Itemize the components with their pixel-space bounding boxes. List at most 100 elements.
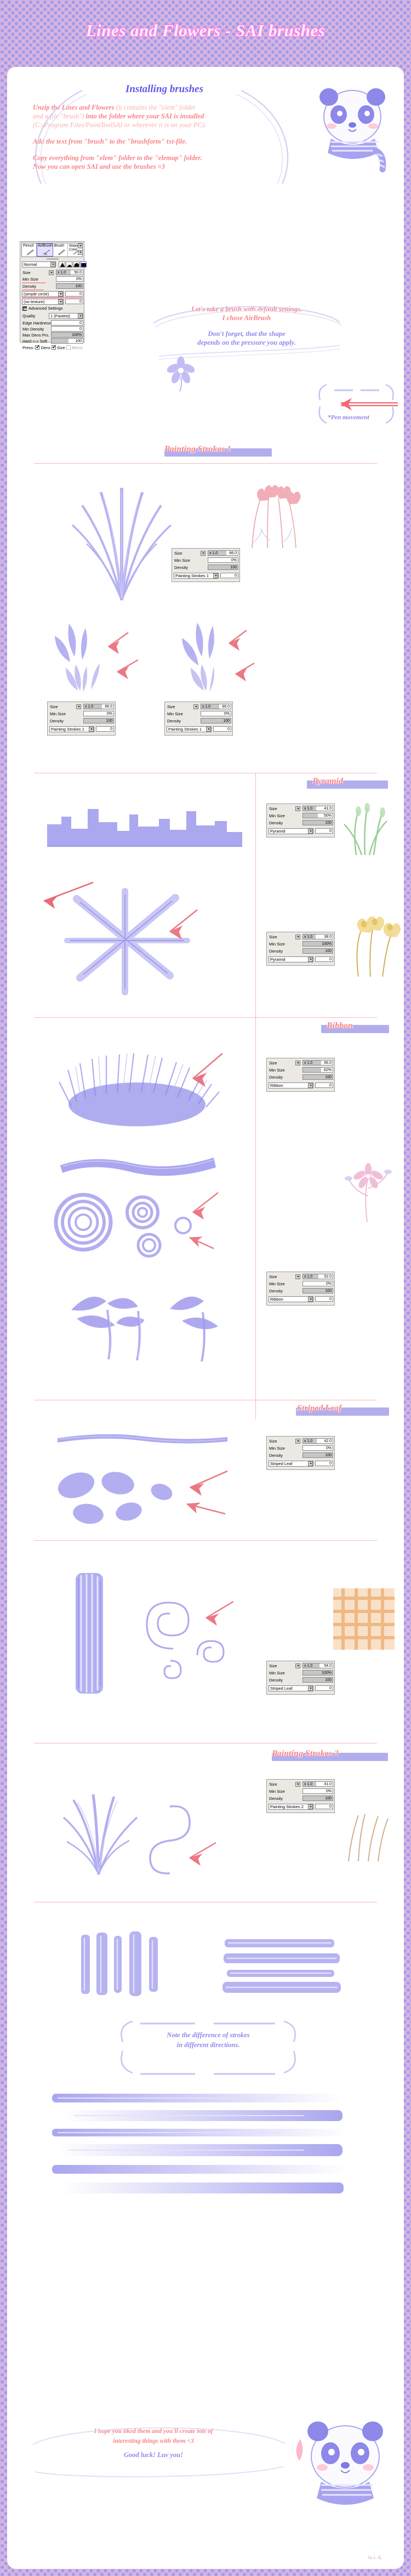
brush-panel-rib-a[interactable]: Size x 1.0 66.0 Min Size 62% Density 100…	[266, 1058, 335, 1092]
ps1c-shape-value[interactable]: 0	[213, 726, 231, 732]
pyra-shape-select[interactable]: Pyramid	[269, 828, 313, 834]
leafa-size-chevron-icon[interactable]	[295, 1439, 300, 1444]
riba-density-field[interactable]: 100	[302, 1074, 333, 1080]
riba-size-field[interactable]: x 1.0 66.0	[302, 1060, 333, 1065]
leafb-shape-select[interactable]: Striped Leaf	[269, 1685, 313, 1691]
brush-shape-swatches[interactable]	[59, 261, 87, 267]
riba-shape-chevron-down-icon[interactable]	[308, 1083, 313, 1088]
texture-chevron-down-icon[interactable]	[58, 299, 63, 304]
min-density-field[interactable]: 0	[51, 326, 83, 332]
brush-panel-pyr-a[interactable]: Size x 1.0 41.0 Min Size 50% Density 100…	[266, 803, 335, 837]
leafb-size-field[interactable]: x 1.0 54.0	[302, 1663, 333, 1668]
leafa-shape-chevron-down-icon[interactable]	[308, 1461, 313, 1466]
press-size-checkbox[interactable]	[52, 344, 56, 350]
riba-minsize-field[interactable]: 62%	[302, 1067, 333, 1073]
brush-panel-ps1-a[interactable]: Size x 1.0 66.0 Min Size 0% Density 100 …	[172, 548, 240, 582]
pyrb-shape-value[interactable]: 0	[315, 956, 333, 962]
brush-panel-leaf-b[interactable]: Size x 1.0 54.0 Min Size 100% Density 10…	[266, 1661, 335, 1695]
ps2a-density-field[interactable]: 100	[302, 1796, 333, 1801]
ps1b-shape-chevron-down-icon[interactable]	[89, 727, 94, 732]
ps1c-minsize-field[interactable]: 0%	[201, 711, 231, 716]
ribb-shape-chevron-down-icon[interactable]	[308, 1297, 313, 1302]
leafb-shape-value[interactable]: 0	[315, 1685, 333, 1691]
density-field[interactable]: 100	[56, 283, 83, 289]
ps2a-shape-select[interactable]: Painting Strokes 2	[269, 1804, 313, 1810]
ps1c-size-chevron-icon[interactable]	[193, 704, 198, 709]
edge-hardness-field[interactable]: 0	[51, 320, 83, 326]
ps1b-size-field[interactable]: x 1.0 66.0	[83, 704, 114, 709]
brush-panel-leaf-a[interactable]: Size x 1.0 42.0 Min Size 0% Density 100 …	[266, 1436, 335, 1470]
brush-shape-chevron-down-icon[interactable]	[58, 292, 63, 297]
ps2a-minsize-field[interactable]: 0%	[302, 1788, 333, 1794]
brush-shape-select[interactable]: (simple circle)	[22, 291, 64, 297]
ribb-size-chevron-icon[interactable]	[295, 1274, 300, 1279]
preset-brush[interactable]: Brush	[53, 243, 68, 257]
pyrb-minsize-field[interactable]: 100%	[302, 941, 333, 947]
ps2a-size-field[interactable]: x 1.0 41.0	[302, 1781, 333, 1787]
ps1c-size-field[interactable]: x 1.0 66.0	[201, 704, 231, 709]
press-dens-checkbox[interactable]	[35, 344, 40, 350]
riba-shape-select[interactable]: Ribbon	[269, 1082, 313, 1088]
leafa-minsize-field[interactable]: 0%	[302, 1445, 333, 1451]
shape-swatch-3[interactable]	[80, 261, 87, 267]
ps1c-shape-chevron-down-icon[interactable]	[206, 727, 211, 732]
riba-size-chevron-icon[interactable]	[295, 1061, 300, 1065]
shape-swatch-1[interactable]	[66, 261, 72, 267]
ps2a-shape-chevron-down-icon[interactable]	[308, 1804, 313, 1809]
ps1c-density-field[interactable]: 100	[201, 718, 231, 723]
ps1b-density-field[interactable]: 100	[83, 718, 114, 723]
pyra-size-field[interactable]: x 1.0 41.0	[302, 806, 333, 811]
leafa-shape-select[interactable]: Striped Leaf	[269, 1461, 313, 1467]
brush-panel-rib-b[interactable]: Size x 1.0 52.0 Min Size 0% Density 100 …	[266, 1272, 335, 1306]
leafb-size-chevron-icon[interactable]	[295, 1663, 300, 1668]
brush-panel-ps1-b[interactable]: Size x 1.0 66.0 Min Size 0% Density 100 …	[47, 702, 116, 736]
ribb-shape-select[interactable]: Ribbon	[269, 1296, 313, 1302]
preset-scroll-down-button[interactable]	[78, 250, 83, 255]
ps1b-shape-value[interactable]: 0	[96, 726, 114, 732]
texture-value[interactable]: 0	[65, 299, 83, 304]
pyrb-shape-chevron-down-icon[interactable]	[308, 957, 313, 962]
leafb-minsize-field[interactable]: 100%	[302, 1670, 333, 1675]
pyrb-density-field[interactable]: 100	[302, 948, 333, 954]
ps1a-density-field[interactable]: 100	[208, 565, 238, 570]
ps1b-minsize-field[interactable]: 0%	[83, 711, 114, 716]
brush-panel-ps2-a[interactable]: Size x 1.0 41.0 Min Size 0% Density 100 …	[266, 1779, 335, 1813]
pyrb-size-chevron-icon[interactable]	[295, 934, 300, 939]
leafb-density-field[interactable]: 100	[302, 1677, 333, 1683]
blend-mode-chevron-down-icon[interactable]	[50, 262, 55, 267]
brush-shape-value[interactable]: 0	[65, 291, 83, 297]
pyra-density-field[interactable]: 100	[302, 820, 333, 825]
panel-grip[interactable]	[47, 258, 59, 260]
preset-airbrush[interactable]: AirBrush	[37, 243, 53, 257]
preset-scroll-up-button[interactable]	[78, 243, 83, 248]
ps1a-shape-select[interactable]: Painting Strokes 1	[174, 573, 219, 579]
leafa-shape-value[interactable]: 0	[315, 1461, 333, 1466]
ps2a-size-chevron-icon[interactable]	[295, 1782, 300, 1787]
ps2a-shape-value[interactable]: 0	[315, 1804, 333, 1809]
ps1c-shape-select[interactable]: Painting Strokes 1	[167, 726, 212, 732]
hard-soft-field[interactable]: 100	[51, 338, 83, 344]
brush-panel-ps1-c[interactable]: Size x 1.0 66.0 Min Size 0% Density 100 …	[164, 702, 233, 736]
sai-brush-settings-panel[interactable]: Pencil AirBrush Brush Water Color Normal…	[20, 241, 87, 350]
shape-swatch-0[interactable]	[59, 261, 65, 267]
leafa-density-field[interactable]: 100	[302, 1452, 333, 1458]
quality-chevron-down-icon[interactable]	[78, 314, 83, 318]
pyra-shape-value[interactable]: 0	[315, 828, 333, 834]
ps1b-shape-select[interactable]: Painting Strokes 1	[49, 726, 94, 732]
ps1a-shape-value[interactable]: 0	[220, 573, 238, 578]
max-dens-prs-field[interactable]: 100%	[51, 332, 83, 338]
shape-swatch-2[interactable]	[73, 261, 79, 267]
size-field[interactable]: x 1.0 50.0	[56, 270, 83, 275]
press-blend-checkbox[interactable]	[66, 345, 71, 350]
pyra-shape-chevron-down-icon[interactable]	[308, 829, 313, 834]
ribb-size-field[interactable]: x 1.0 52.0	[302, 1274, 333, 1279]
pyra-minsize-field[interactable]: 50%	[302, 813, 333, 818]
size-unit-chevron-icon[interactable]	[49, 270, 54, 275]
leafb-shape-chevron-down-icon[interactable]	[308, 1686, 313, 1691]
preset-pencil[interactable]: Pencil	[22, 243, 37, 257]
ribb-minsize-field[interactable]: 0%	[302, 1281, 333, 1286]
riba-shape-value[interactable]: 0	[315, 1082, 333, 1088]
ps1a-size-chevron-icon[interactable]	[201, 551, 206, 556]
ps1a-size-field[interactable]: x 1.0 66.0	[208, 550, 238, 556]
advanced-collapse-toggle[interactable]	[22, 306, 27, 311]
